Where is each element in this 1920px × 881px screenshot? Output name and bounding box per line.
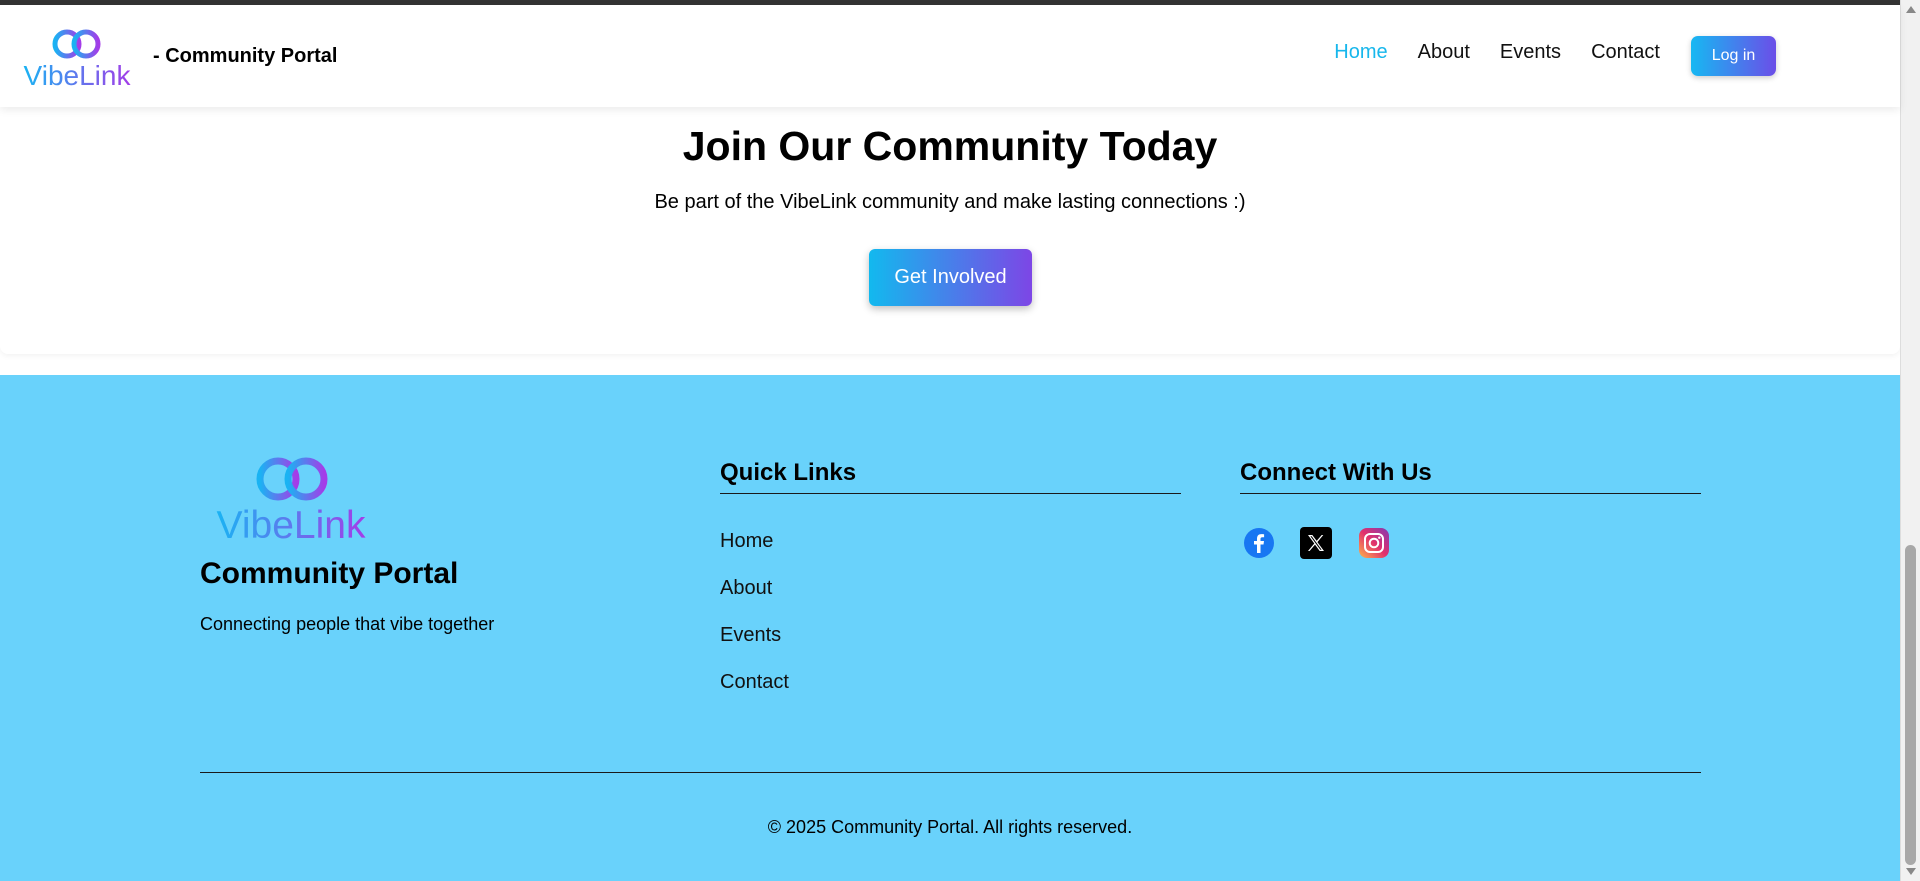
facebook-icon[interactable] [1243, 527, 1275, 559]
scroll-up-arrow-icon[interactable] [1906, 6, 1916, 13]
main-nav: Home About Events Contact [1334, 41, 1660, 64]
nav-contact[interactable]: Contact [1591, 41, 1660, 64]
footer-link-events[interactable]: Events [720, 624, 781, 647]
footer-title: Community Portal [200, 557, 459, 590]
footer-tagline: Connecting people that vibe together [200, 614, 495, 634]
get-involved-button[interactable]: Get Involved [869, 249, 1032, 306]
nav-events[interactable]: Events [1500, 41, 1561, 64]
footer-link-home[interactable]: Home [720, 530, 773, 553]
instagram-icon[interactable] [1358, 527, 1390, 559]
footer-divider [200, 772, 1701, 773]
connect-divider [1240, 493, 1701, 494]
cta-subtext: Be part of the VibeLink community and ma… [654, 191, 1246, 213]
svg-text:VibeLink: VibeLink [217, 504, 366, 543]
cta-heading: Join Our Community Today [682, 123, 1218, 169]
cta-section: Join Our Community Today Be part of the … [0, 107, 1900, 354]
nav-about[interactable]: About [1418, 41, 1470, 64]
header-title: - Community Portal [153, 45, 338, 67]
site-footer: VibeLink Community Portal Connecting peo… [0, 375, 1900, 881]
scrollbar-thumb[interactable] [1905, 545, 1916, 865]
quick-links-heading: Quick Links [720, 459, 857, 486]
vibelink-logo[interactable]: VibeLink [20, 25, 135, 89]
footer-link-contact[interactable]: Contact [720, 671, 789, 694]
x-twitter-icon[interactable] [1300, 527, 1332, 559]
copyright-text: © 2025 Community Portal. All rights rese… [767, 817, 1133, 837]
svg-text:VibeLink: VibeLink [24, 60, 132, 89]
footer-link-about[interactable]: About [720, 577, 772, 600]
footer-vibelink-logo: VibeLink [217, 457, 366, 543]
quick-links-divider [720, 493, 1181, 494]
login-button[interactable]: Log in [1691, 36, 1776, 76]
site-header: VibeLink - Community Portal Home About E… [0, 5, 1900, 107]
page-scrollbar[interactable] [1900, 0, 1920, 881]
connect-heading: Connect With Us [1240, 459, 1432, 486]
scroll-down-arrow-icon[interactable] [1906, 868, 1916, 875]
nav-home[interactable]: Home [1334, 41, 1387, 64]
